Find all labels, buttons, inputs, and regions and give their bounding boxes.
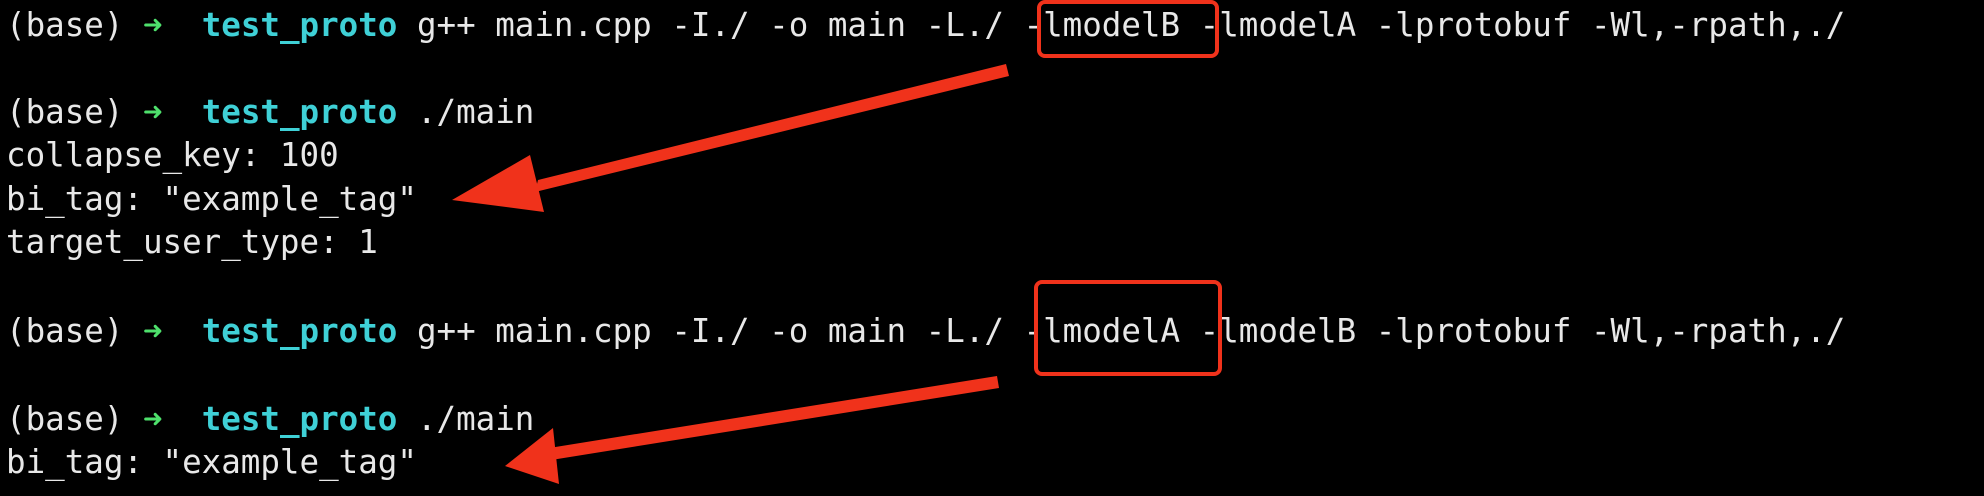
terminal-window: (base) ➜ test_proto g++ main.cpp -I./ -o… [0, 0, 1984, 496]
red-arrow-icon [505, 376, 999, 484]
red-arrow-icon [452, 64, 1009, 212]
annotation-arrows [452, 64, 1009, 484]
